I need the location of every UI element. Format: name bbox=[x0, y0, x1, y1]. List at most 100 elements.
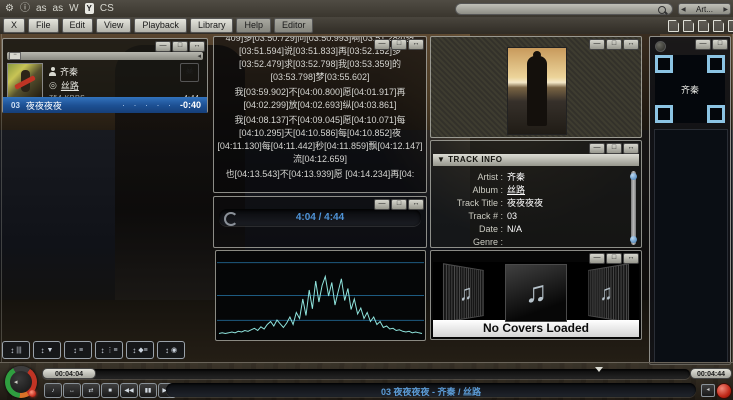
search-bar[interactable] bbox=[455, 3, 673, 16]
page-tab-icon[interactable] bbox=[728, 20, 733, 32]
chevron-down-icon[interactable]: ▼ bbox=[437, 155, 445, 164]
previous-button[interactable]: ◀◀ bbox=[120, 383, 138, 398]
menu-editor[interactable]: Editor bbox=[273, 18, 314, 33]
field-value[interactable]: 丝路 bbox=[507, 183, 525, 196]
elapsed-time-label: 00:04:04 bbox=[42, 368, 96, 379]
player-collapse-strip[interactable]: − ◂ bbox=[7, 52, 203, 60]
collapse-display-button[interactable]: ◂ bbox=[701, 384, 715, 397]
transport-bar: ◂ 00:04:04 00:04:44 ♪ ↔ ⇄ ■ ◀◀ ▮▮ ▶▶ 03 … bbox=[0, 362, 733, 400]
equalizer-icon: ||| bbox=[16, 346, 22, 354]
toolbar-equalizer-button[interactable]: ↕ ||| bbox=[2, 341, 30, 359]
coverflow-area[interactable]: ♫ ♫ ♫ No Covers Loaded bbox=[433, 262, 639, 337]
minimize-button[interactable]: — bbox=[589, 253, 605, 264]
info-icon[interactable]: ⓘ bbox=[20, 3, 30, 14]
resize-button[interactable]: ↔ bbox=[623, 253, 639, 264]
minimize-button[interactable]: — bbox=[695, 39, 711, 50]
selected-artist-label: 齐秦 bbox=[680, 85, 699, 95]
field-label: Date : bbox=[478, 223, 503, 234]
search-field-selector[interactable]: ◀ Art... ▶ bbox=[678, 3, 731, 15]
maximize-button[interactable]: □ bbox=[606, 253, 622, 264]
scrollbar-thumb[interactable] bbox=[630, 173, 637, 180]
artist-selector-box[interactable]: 齐秦 bbox=[655, 55, 725, 123]
toolbar-list-button[interactable]: ↕ ≡ bbox=[64, 341, 92, 359]
panel-window-controls: — □ ↔ bbox=[155, 41, 205, 52]
browser-sidebar-panel: — □ 齐秦 bbox=[649, 36, 731, 365]
youtube-icon[interactable]: Y bbox=[84, 3, 94, 14]
search-input[interactable] bbox=[460, 4, 654, 16]
selector-right-arrow-icon[interactable]: ▶ bbox=[723, 6, 728, 13]
cover-tile-left[interactable]: ♫ bbox=[442, 263, 484, 323]
playlist-current-row[interactable]: 03 夜夜夜夜 · · · · · -0:40 bbox=[3, 97, 207, 113]
field-label: Artist : bbox=[477, 171, 503, 182]
cover-tile-center[interactable]: ♫ bbox=[505, 264, 567, 322]
minimize-button[interactable]: — bbox=[589, 143, 605, 154]
menu-file[interactable]: File bbox=[28, 18, 59, 33]
album-art-thumbnail[interactable] bbox=[7, 63, 43, 99]
sidebar-menu-button[interactable] bbox=[655, 41, 666, 52]
minimize-button[interactable]: — bbox=[374, 199, 390, 210]
wikipedia-icon[interactable]: W bbox=[69, 3, 78, 14]
minimize-button[interactable]: — bbox=[374, 39, 390, 50]
track-info-header[interactable]: ▼ TRACK INFO bbox=[433, 154, 639, 166]
song-button[interactable]: ♪ bbox=[44, 383, 62, 398]
page-tab-icon[interactable] bbox=[713, 20, 724, 32]
collapse-button[interactable]: − bbox=[9, 52, 21, 60]
shuffle-button[interactable]: ⇄ bbox=[82, 383, 100, 398]
sidebar-track-list[interactable] bbox=[654, 129, 728, 363]
maximize-button[interactable]: □ bbox=[391, 39, 407, 50]
disc-icon: ◉ bbox=[170, 347, 178, 354]
maximize-button[interactable]: □ bbox=[606, 143, 622, 154]
selector-left-arrow-icon[interactable]: ◀ bbox=[681, 6, 686, 13]
toolbar-filter-button[interactable]: ↕ ▼ bbox=[33, 341, 61, 359]
resize-button[interactable]: ↔ bbox=[189, 41, 205, 52]
updown-arrows-icon: ↕ bbox=[164, 345, 169, 355]
toolbar-queue-button[interactable]: ↕ ⋮≡ bbox=[95, 341, 123, 359]
seek-position-marker[interactable] bbox=[595, 367, 604, 372]
menu-x[interactable]: X bbox=[3, 18, 26, 33]
artist-photo-figure bbox=[527, 51, 547, 126]
menu-view[interactable]: View bbox=[96, 18, 132, 33]
album-name[interactable]: 丝路 bbox=[61, 79, 79, 92]
menu-playback[interactable]: Playback bbox=[134, 18, 187, 33]
menu-edit[interactable]: Edit bbox=[61, 18, 94, 33]
lastfm-icon[interactable]: as bbox=[36, 3, 47, 14]
gear-icon[interactable]: ⚙ bbox=[5, 3, 14, 14]
scrollbar[interactable] bbox=[630, 171, 637, 245]
resize-button[interactable]: ↔ bbox=[408, 199, 424, 210]
audioscrobbler-icon[interactable]: as bbox=[53, 3, 64, 14]
maximize-button[interactable]: □ bbox=[606, 39, 622, 50]
menu-help[interactable]: Help bbox=[236, 18, 271, 33]
minimize-button[interactable]: — bbox=[155, 41, 171, 52]
menu-library[interactable]: Library bbox=[189, 18, 234, 33]
crossfade-button[interactable]: ↔ bbox=[63, 383, 81, 398]
resize-button[interactable]: ↔ bbox=[623, 143, 639, 154]
stop-button[interactable]: ■ bbox=[101, 383, 119, 398]
rating-dots[interactable]: · · · · · bbox=[122, 100, 174, 110]
seek-bar[interactable] bbox=[42, 369, 690, 379]
artist-name[interactable]: 齐秦 bbox=[60, 65, 78, 78]
toolbar-artist-list-button[interactable]: ↕ ◆≡ bbox=[126, 341, 154, 359]
minimize-button[interactable]: — bbox=[589, 39, 605, 50]
page-tab-icon[interactable] bbox=[683, 20, 694, 32]
page-tab-icon[interactable] bbox=[698, 20, 709, 32]
resize-button[interactable]: ↔ bbox=[623, 39, 639, 50]
transport-buttons: ♪ ↔ ⇄ ■ ◀◀ ▮▮ ▶▶ bbox=[44, 383, 176, 398]
page-tab-icon[interactable] bbox=[668, 20, 679, 32]
artist-photo[interactable] bbox=[507, 47, 567, 135]
spectrum-visualizer[interactable] bbox=[215, 250, 426, 341]
cover-tile-right[interactable]: ♫ bbox=[588, 263, 630, 323]
resize-button[interactable]: ↔ bbox=[408, 39, 424, 50]
album-covers-panel: — □ ↔ ♫ ♫ ♫ No Covers Loaded bbox=[430, 250, 642, 340]
panel-window-controls: — □ bbox=[695, 39, 728, 50]
record-led-button[interactable] bbox=[716, 383, 732, 399]
scrollbar-end-cap[interactable] bbox=[630, 236, 637, 243]
cs-icon[interactable]: CS bbox=[100, 3, 114, 14]
pause-button[interactable]: ▮▮ bbox=[139, 383, 157, 398]
toolbar-disc-button[interactable]: ↕ ◉ bbox=[157, 341, 185, 359]
maximize-button[interactable]: □ bbox=[172, 41, 188, 52]
maximize-button[interactable]: □ bbox=[712, 39, 728, 50]
maximize-button[interactable]: □ bbox=[391, 199, 407, 210]
time-position-label: 4:04 / 4:44 bbox=[295, 212, 345, 223]
skin-logo-button[interactable]: ☠ bbox=[180, 63, 199, 82]
strip-arrow-icon[interactable]: ◂ bbox=[197, 52, 201, 60]
